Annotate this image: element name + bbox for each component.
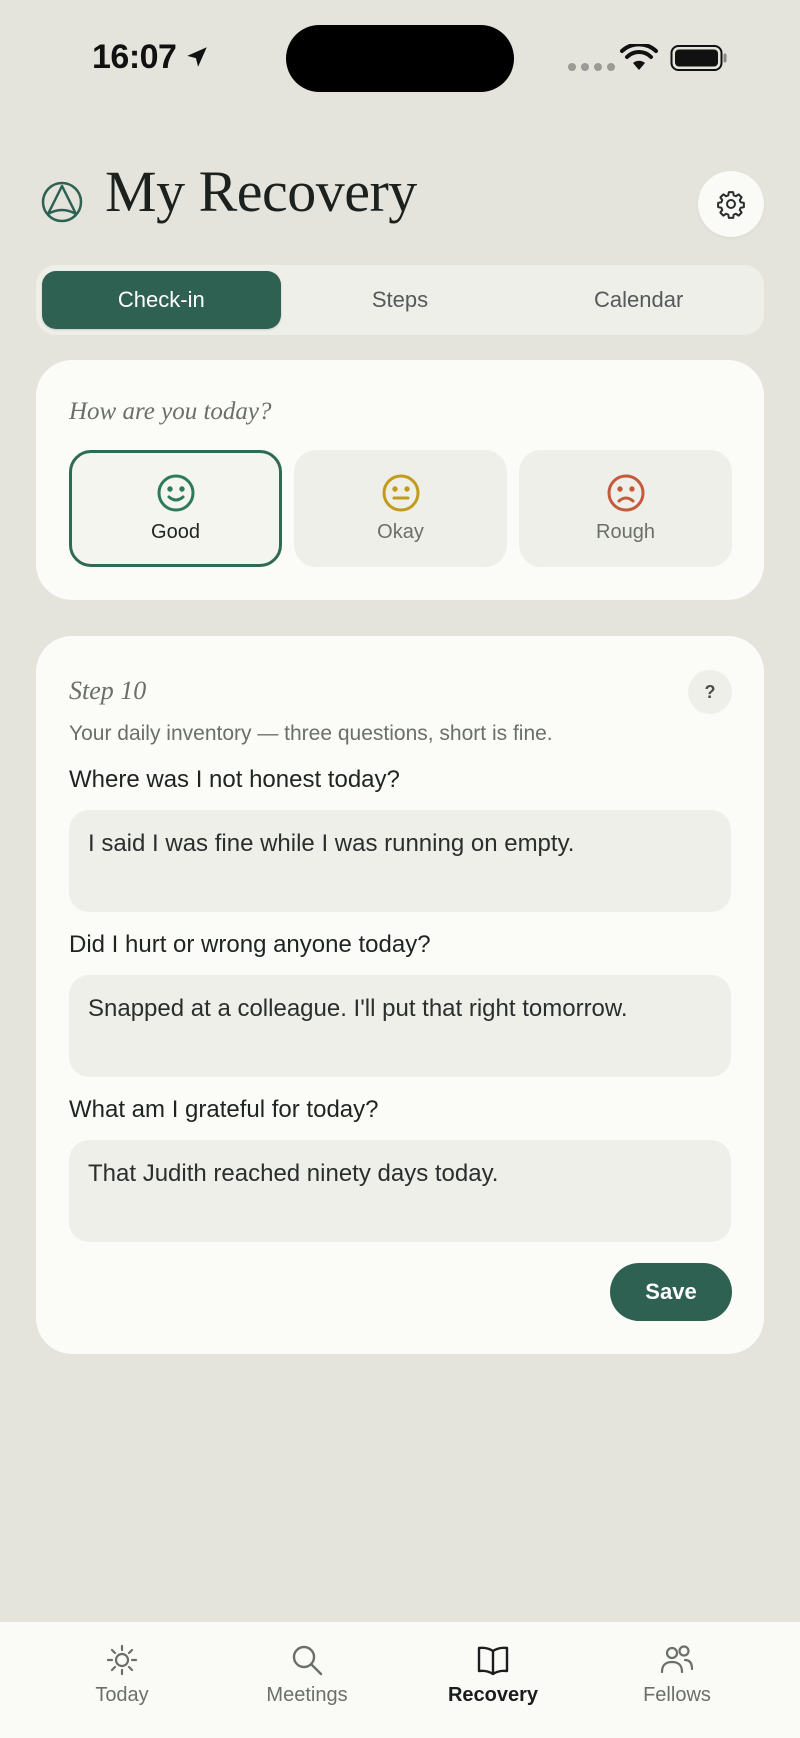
mood-label: Okay — [377, 521, 424, 543]
save-button[interactable]: Save — [610, 1263, 732, 1321]
status-bar: 16:07 — [0, 0, 800, 120]
gear-icon — [717, 191, 745, 219]
smile-icon — [157, 474, 194, 512]
tab-recovery[interactable]: Recovery — [413, 1622, 573, 1738]
settings-button[interactable] — [698, 171, 764, 237]
mood-option-rough[interactable]: Rough — [519, 450, 732, 567]
dynamic-island — [286, 25, 514, 92]
mood-option-good[interactable]: Good — [69, 450, 282, 567]
step-title: Step 10 — [69, 676, 147, 705]
tab-label: Today — [95, 1684, 149, 1706]
status-time: 16:07 — [92, 38, 177, 76]
answer-field-harm[interactable]: Snapped at a colleague. I'll put that ri… — [69, 975, 731, 1077]
wifi-icon — [620, 44, 658, 70]
mood-option-okay[interactable]: Okay — [294, 450, 507, 567]
battery-icon — [670, 45, 727, 71]
tab-today[interactable]: Today — [42, 1622, 202, 1738]
book-icon — [477, 1646, 509, 1676]
view-segmented-control: Check-in Steps Calendar — [36, 265, 764, 335]
search-icon — [292, 1645, 323, 1676]
tab-label: Recovery — [447, 1684, 539, 1706]
answer-field-honesty[interactable]: I said I was fine while I was running on… — [69, 810, 731, 912]
help-button[interactable]: ? — [688, 670, 732, 714]
step-subtitle: Your daily inventory — three questions, … — [69, 722, 553, 745]
tab-bar: Today Meetings Recovery Fellows — [0, 1621, 800, 1738]
page-title: My Recovery — [105, 159, 417, 224]
mood-options: Good Okay Rough — [69, 450, 732, 567]
people-icon — [660, 1645, 694, 1674]
question-label: Did I hurt or wrong anyone today? — [69, 931, 431, 958]
location-arrow-icon — [187, 47, 207, 67]
frown-icon — [607, 474, 644, 512]
mood-label: Good — [151, 521, 200, 543]
cellular-signal-icon — [568, 63, 615, 71]
app-logo-icon — [41, 181, 83, 223]
segment-check-in[interactable]: Check-in — [42, 271, 281, 329]
tab-fellows[interactable]: Fellows — [597, 1622, 757, 1738]
sun-icon — [106, 1644, 138, 1676]
step-inventory-card: Step 10 ? Your daily inventory — three q… — [36, 636, 764, 1354]
tab-label: Fellows — [643, 1684, 711, 1706]
answer-field-gratitude[interactable]: That Judith reached ninety days today. — [69, 1140, 731, 1242]
tab-meetings[interactable]: Meetings — [227, 1622, 387, 1738]
mood-card: How are you today? Good Okay Rough — [36, 360, 764, 600]
question-label: What am I grateful for today? — [69, 1096, 379, 1123]
mood-question: How are you today? — [69, 398, 272, 425]
segment-calendar[interactable]: Calendar — [519, 271, 758, 329]
neutral-face-icon — [382, 474, 419, 512]
segment-steps[interactable]: Steps — [281, 271, 520, 329]
mood-label: Rough — [596, 521, 655, 543]
tab-label: Meetings — [266, 1684, 348, 1706]
question-label: Where was I not honest today? — [69, 766, 400, 793]
